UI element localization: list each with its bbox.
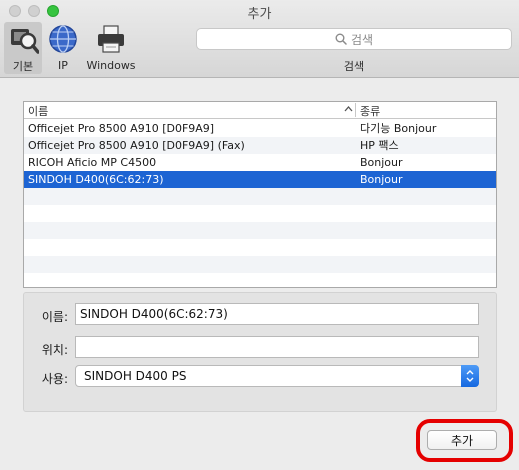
empty-row (24, 222, 496, 239)
add-button[interactable]: 추가 (427, 430, 497, 450)
toolbar-default-label: 기본 (12, 60, 34, 73)
toolbar-ip-label: IP (58, 59, 68, 72)
location-label: 위치: (41, 343, 68, 357)
search-icon (335, 33, 347, 45)
search-placeholder: 검색 (350, 32, 374, 47)
search-input[interactable]: 검색 (196, 28, 512, 50)
add-printer-window: 추가 기본 IP Windows 검색 검색 이름 종류 Officejet P… (0, 0, 519, 470)
select-arrows-icon (461, 365, 479, 387)
toolbar-windows-label: Windows (86, 59, 136, 72)
printer-kind-cell: Bonjour (360, 156, 403, 169)
globe-icon (46, 22, 80, 56)
printer-name-cell: SINDOH D400(6C:62:73) (28, 173, 164, 186)
empty-row (24, 256, 496, 273)
empty-row (24, 239, 496, 256)
use-label: 사용: (41, 372, 68, 386)
printer-kind-cell: 다기능 Bonjour (360, 122, 437, 135)
empty-row (24, 273, 496, 287)
column-divider[interactable] (355, 103, 356, 117)
default-printer-magnifier-icon (6, 22, 40, 55)
list-header: 이름 종류 (24, 102, 496, 119)
printer-name-cell: Officejet Pro 8500 A910 [D0F9A9] (Fax) (28, 139, 245, 152)
toolbar-windows-button[interactable]: Windows (84, 22, 138, 74)
driver-select[interactable]: SINDOH D400 PS (75, 365, 479, 387)
driver-select-value: SINDOH D400 PS (84, 369, 187, 383)
name-label: 이름: (41, 310, 68, 324)
window-title: 추가 (247, 7, 272, 22)
empty-row (24, 205, 496, 222)
printer-name-cell: RICOH Aficio MP C4500 (28, 156, 157, 169)
sort-ascending-icon (344, 102, 353, 119)
search-caption: 검색 (343, 60, 365, 73)
empty-row (24, 188, 496, 205)
toolbar-ip-button[interactable]: IP (45, 22, 81, 74)
list-item[interactable]: Officejet Pro 8500 A910 [D0F9A9] (Fax) H… (24, 137, 496, 154)
list-item-selected[interactable]: SINDOH D400(6C:62:73) Bonjour (24, 171, 496, 188)
column-header-kind[interactable]: 종류 (360, 103, 380, 119)
toolbar: 추가 기본 IP Windows 검색 검색 (0, 0, 519, 78)
printer-kind-cell: Bonjour (360, 173, 403, 186)
list-item[interactable]: Officejet Pro 8500 A910 [D0F9A9] 다기능 Bon… (24, 120, 496, 137)
printer-list[interactable]: 이름 종류 Officejet Pro 8500 A910 [D0F9A9] 다… (23, 101, 497, 288)
printer-kind-cell: HP 팩스 (360, 139, 399, 152)
printer-details-form: 이름: SINDOH D400(6C:62:73) 위치: 사용: SINDOH… (23, 292, 497, 412)
printer-name-cell: Officejet Pro 8500 A910 [D0F9A9] (28, 122, 215, 135)
name-field[interactable]: SINDOH D400(6C:62:73) (75, 303, 479, 325)
location-field[interactable] (75, 336, 479, 358)
toolbar-default-button[interactable]: 기본 (4, 22, 42, 74)
column-header-name[interactable]: 이름 (28, 103, 48, 119)
printer-icon (94, 22, 128, 56)
list-item[interactable]: RICOH Aficio MP C4500 Bonjour (24, 154, 496, 171)
